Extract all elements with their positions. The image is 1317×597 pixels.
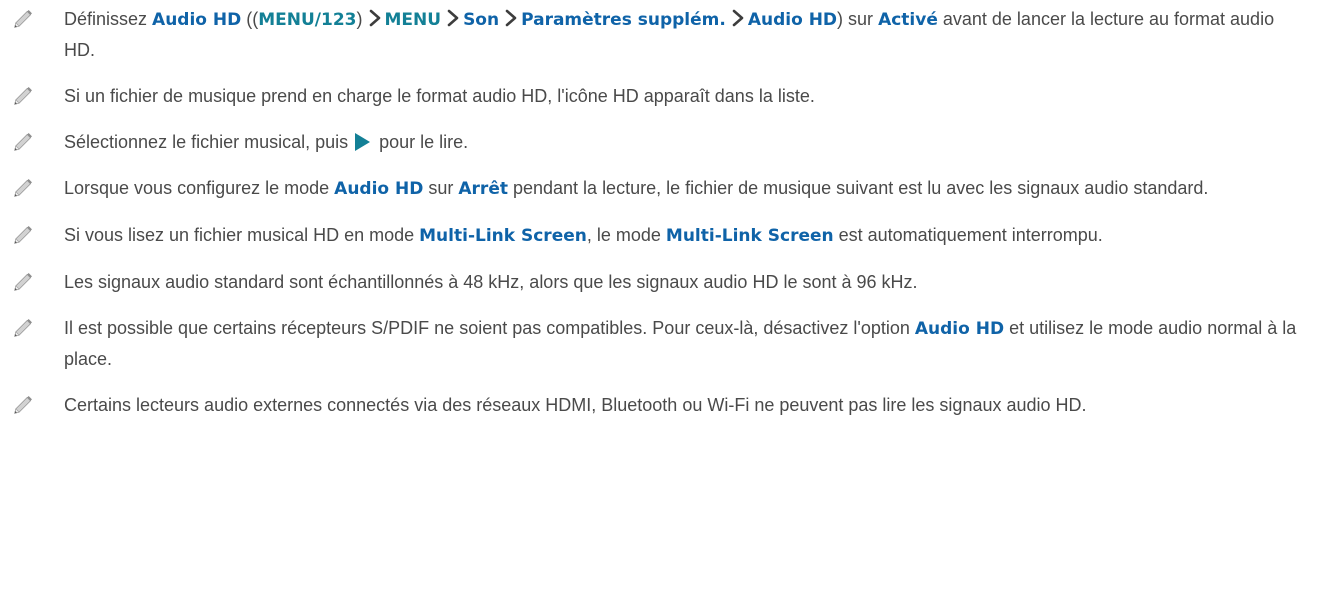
note-item: Sélectionnez le fichier musical, puis po… (0, 127, 1317, 157)
menu-path-audio-hd: Audio HD (747, 10, 838, 30)
menu-path-son: Son (463, 10, 500, 30)
setting-value-active: Activé (878, 10, 938, 30)
chevron-right-icon (446, 9, 460, 27)
setting-audio-hd: Audio HD (914, 319, 1005, 339)
note-text: Si un fichier de musique prend en charge… (64, 86, 815, 106)
note-text: est automatiquement interrompu. (833, 225, 1103, 245)
note-item: Définissez Audio HD ((MENU/123) MENU Son Pa… (0, 4, 1317, 65)
setting-audio-hd: Audio HD (334, 179, 424, 199)
menu-path-menu: MENU (384, 10, 442, 30)
pencil-icon (12, 317, 34, 339)
note-text: ) sur (837, 9, 879, 29)
note-item: Les signaux audio standard sont échantil… (0, 267, 1317, 297)
pencil-icon (12, 131, 34, 153)
note-text: ) (356, 9, 363, 29)
chevron-right-icon (731, 9, 745, 27)
note-text: Si vous lisez un fichier musical HD en m… (64, 225, 420, 245)
note-text: sur (423, 178, 459, 198)
note-item: Lorsque vous configurez le mode Audio HD… (0, 173, 1317, 204)
play-icon (355, 133, 371, 151)
note-text: Définissez (64, 9, 153, 29)
note-text: Il est possible que certains récepteurs … (64, 318, 915, 338)
note-item: Il est possible que certains récepteurs … (0, 313, 1317, 374)
menu-path-menu-123: MENU/123 (258, 10, 357, 30)
pencil-icon (12, 394, 34, 416)
note-text: Lorsque vous configurez le mode (64, 178, 335, 198)
note-item: Certains lecteurs audio externes connect… (0, 390, 1317, 420)
pencil-icon (12, 224, 34, 246)
note-text: , le mode (586, 225, 666, 245)
pencil-icon (12, 177, 34, 199)
note-text: pendant la lecture, le fichier de musiqu… (507, 178, 1209, 198)
note-text: Les signaux audio standard sont échantil… (64, 272, 918, 292)
pencil-icon (12, 85, 34, 107)
notes-list: Définissez Audio HD ((MENU/123) MENU Son Pa… (0, 0, 1317, 420)
note-item: Si un fichier de musique prend en charge… (0, 81, 1317, 111)
pencil-icon (12, 8, 34, 30)
mode-multi-link-screen: Multi-Link Screen (419, 226, 587, 246)
setting-value-off: Arrêt (458, 179, 508, 199)
chevron-right-icon (368, 9, 382, 27)
menu-path-parametres-supplem: Paramètres supplém. (521, 10, 726, 30)
note-text: pour le lire. (374, 132, 469, 152)
note-text: Sélectionnez le fichier musical, puis (64, 132, 354, 152)
note-text: Certains lecteurs audio externes connect… (64, 395, 1087, 415)
note-item: Si vous lisez un fichier musical HD en m… (0, 220, 1317, 251)
chevron-right-icon (504, 9, 518, 27)
note-text: (( (241, 9, 259, 29)
pencil-icon (12, 271, 34, 293)
setting-audio-hd: Audio HD (152, 10, 242, 30)
mode-multi-link-screen: Multi-Link Screen (665, 226, 834, 246)
